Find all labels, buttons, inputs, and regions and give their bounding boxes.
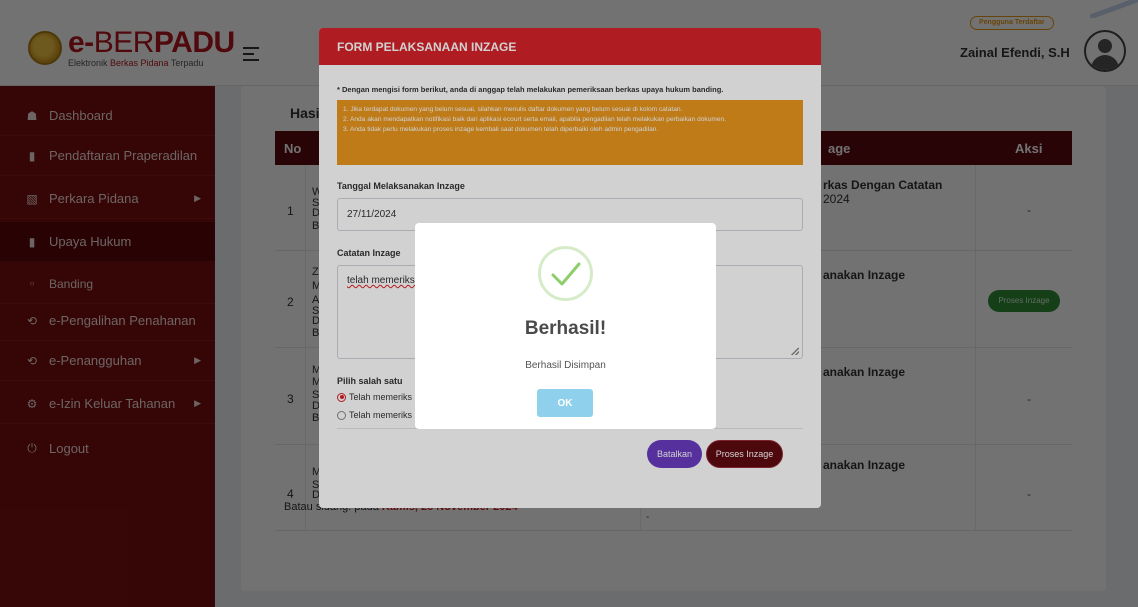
success-dialog: Berhasil! Berhasil Disimpan OK [415,223,716,429]
dialog-title: Berhasil! [524,318,607,339]
dialog-message: Berhasil Disimpan [525,360,606,371]
ok-button[interactable]: OK [537,389,593,417]
success-check-icon [538,246,593,301]
